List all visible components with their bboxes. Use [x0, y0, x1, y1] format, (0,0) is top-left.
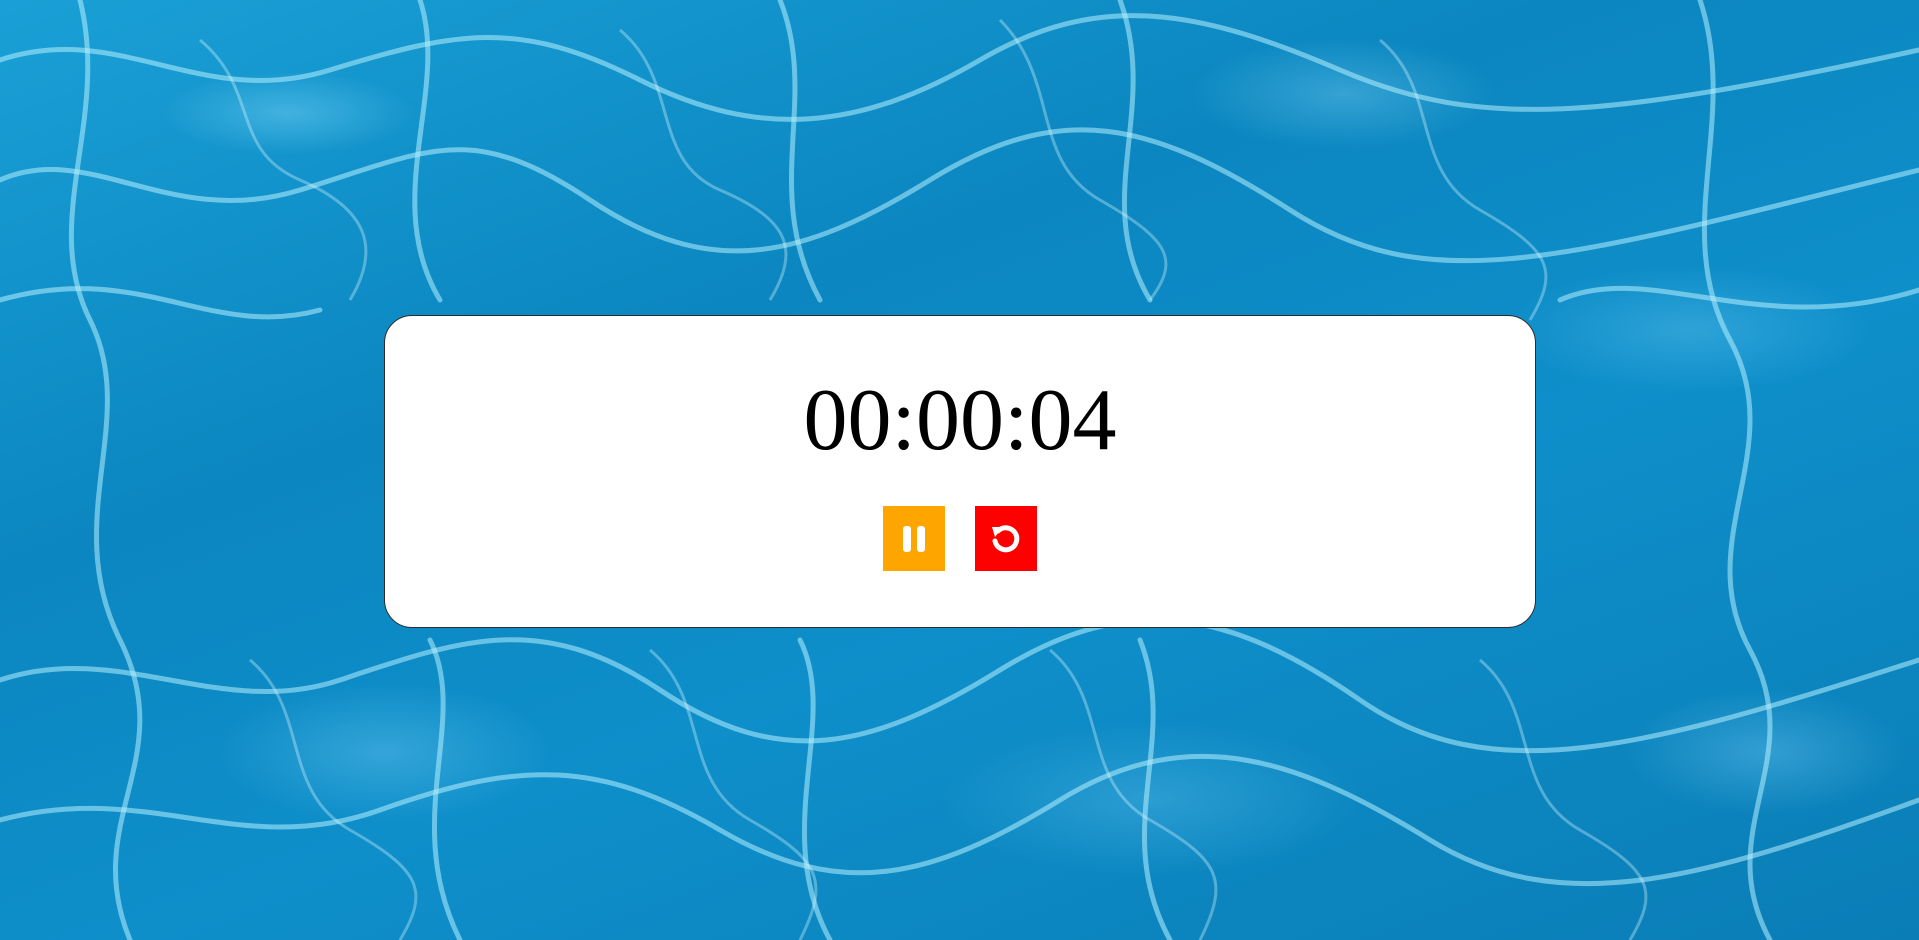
pause-icon — [903, 525, 925, 552]
timer-controls — [385, 506, 1535, 571]
timer-card: 00:00:04 — [384, 315, 1536, 628]
reset-icon — [992, 524, 1020, 552]
pause-button[interactable] — [883, 506, 945, 571]
timer-display: 00:00:04 — [803, 372, 1117, 469]
reset-button[interactable] — [975, 506, 1037, 571]
